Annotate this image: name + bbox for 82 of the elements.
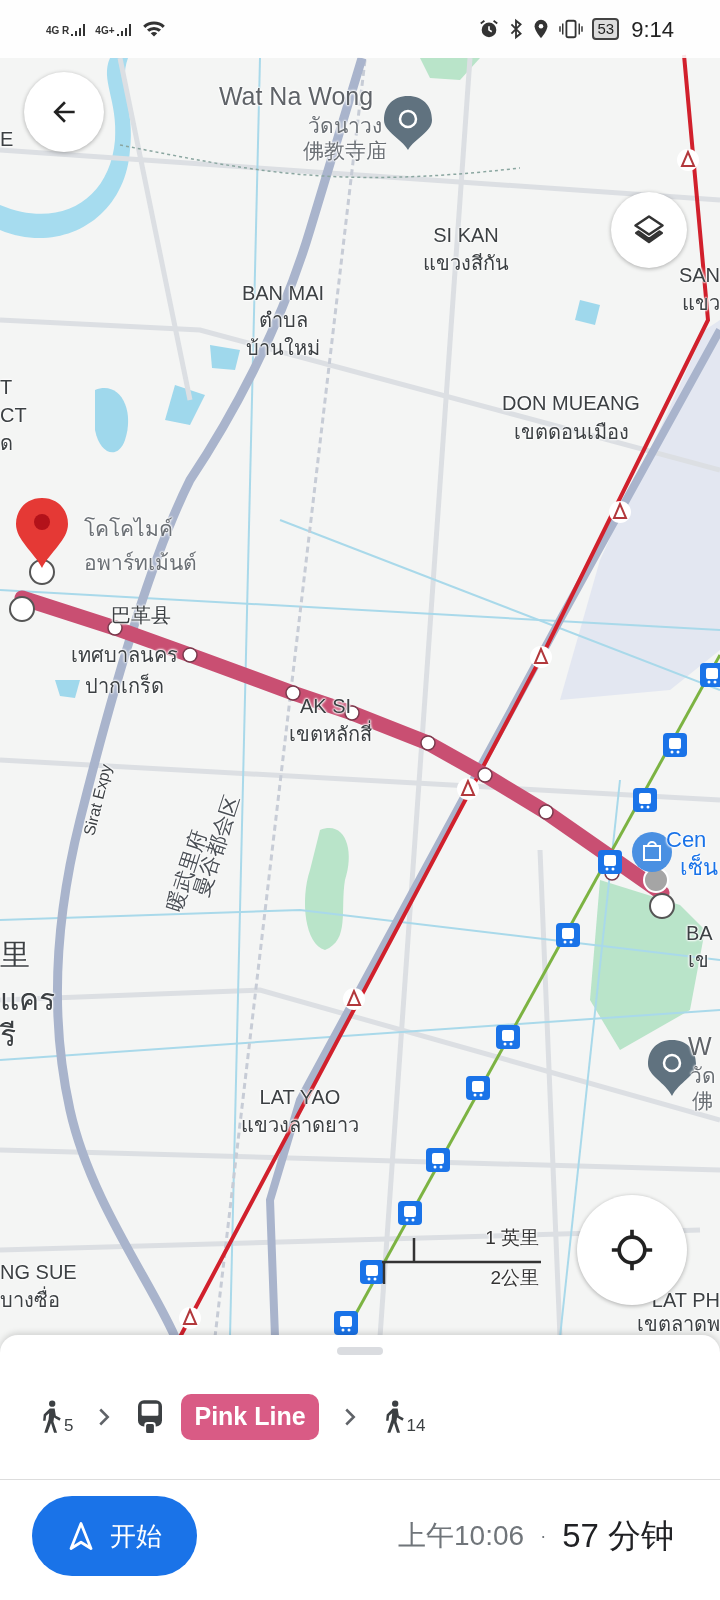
train-station-icon [556,923,580,947]
origin-marker [29,559,55,585]
place-name: 佛 [692,1089,713,1111]
area-name: BAN MAI [241,283,325,303]
stop-marker [538,804,554,820]
place-name: Wat Na Wong [218,83,374,109]
route-start-marker [9,596,35,622]
pond [210,345,240,370]
rail-station-icon [609,501,631,523]
area-name: 里 [0,940,30,970]
place-name: Cen [666,829,707,851]
chevron-icon [97,1407,112,1427]
area-name: เข [688,950,709,970]
transit-line-badge: Pink Line [181,1394,319,1440]
network-type-label: 4G R [46,24,70,38]
area-name: BA [686,923,713,943]
my-location-button[interactable] [577,1195,687,1305]
area-name: T [0,377,13,397]
temple-pin-icon [384,96,432,150]
train-station-icon [398,1201,422,1225]
train-station-icon [466,1076,490,1100]
area-name: บ้านใหม่ [246,338,320,358]
pond [55,680,80,698]
stop-marker [285,685,301,701]
map-pin-icon [16,498,68,568]
area-name: E [0,129,14,149]
stop-marker [420,735,436,751]
navigation-arrow-icon [67,1521,94,1551]
area-name: แคร [0,985,55,1015]
place-name: วัด [690,1064,716,1086]
train-station-icon [496,1025,520,1049]
area-name: แขวงสีกัน [423,253,509,273]
area-name: เขตลาดพ [637,1314,720,1334]
battery-icon: 53 [592,18,620,40]
area-name: เทศบาลนคร [70,645,178,665]
place-name: 佛教寺庙 [303,139,387,161]
rail-station-icon [677,149,699,171]
place-name: วัดนาวง [308,114,382,136]
trip-duration: 57 分钟 [562,1516,674,1557]
rail-station-icon [457,778,479,800]
pond [165,385,205,425]
walk-minutes: 5 [64,1415,74,1438]
train-station-icon [426,1148,450,1172]
pond [575,300,600,325]
separator-dot: · [540,1524,547,1548]
walk-minutes: 14 [406,1415,426,1438]
area-name: CT [0,405,27,425]
arrival-time: 上午10:06 [398,1519,525,1553]
train-station-icon [633,788,657,812]
area-name: NG SUE [0,1262,77,1282]
drag-handle[interactable] [337,1347,383,1355]
road-name: Sirat Expy [81,762,115,838]
place-name: โคโคไมค์ [84,517,173,539]
bluetooth-icon [508,18,525,40]
scale-label: 1 英里 [485,1228,539,1247]
stop-marker [182,647,198,663]
area-name: DON MUEANG [502,393,640,413]
rail-station-icon [530,646,552,668]
rail-station-icon [179,1307,201,1329]
crosshair-icon [610,1228,654,1272]
route-end-marker [649,893,675,919]
chevron-icon [342,1407,357,1427]
rail-station-icon [343,988,365,1010]
area-name: เขตดอนเมือง [513,422,629,442]
scale-label: 2公里 [490,1268,539,1287]
area-name: ด [0,433,13,453]
pond [95,388,129,453]
network-type-label: 4G+ [95,24,115,38]
layers-button[interactable] [611,192,687,268]
stop-marker [477,767,493,783]
train-station-icon [663,733,687,757]
area-name: 巴革县 [111,605,171,625]
area-name: รี [0,1021,16,1051]
vibrate-icon [558,18,585,40]
place-name: อพาร์ทเม้นต์ [84,551,197,573]
area-name: SI KAN [433,225,499,245]
start-button[interactable]: 开始 [32,1496,197,1576]
area-name: ตำบล [258,310,308,330]
place-name: W [688,1033,712,1059]
train-station-icon [598,850,622,874]
clock-time: 9:14 [631,15,674,44]
train-station-icon [360,1260,384,1284]
